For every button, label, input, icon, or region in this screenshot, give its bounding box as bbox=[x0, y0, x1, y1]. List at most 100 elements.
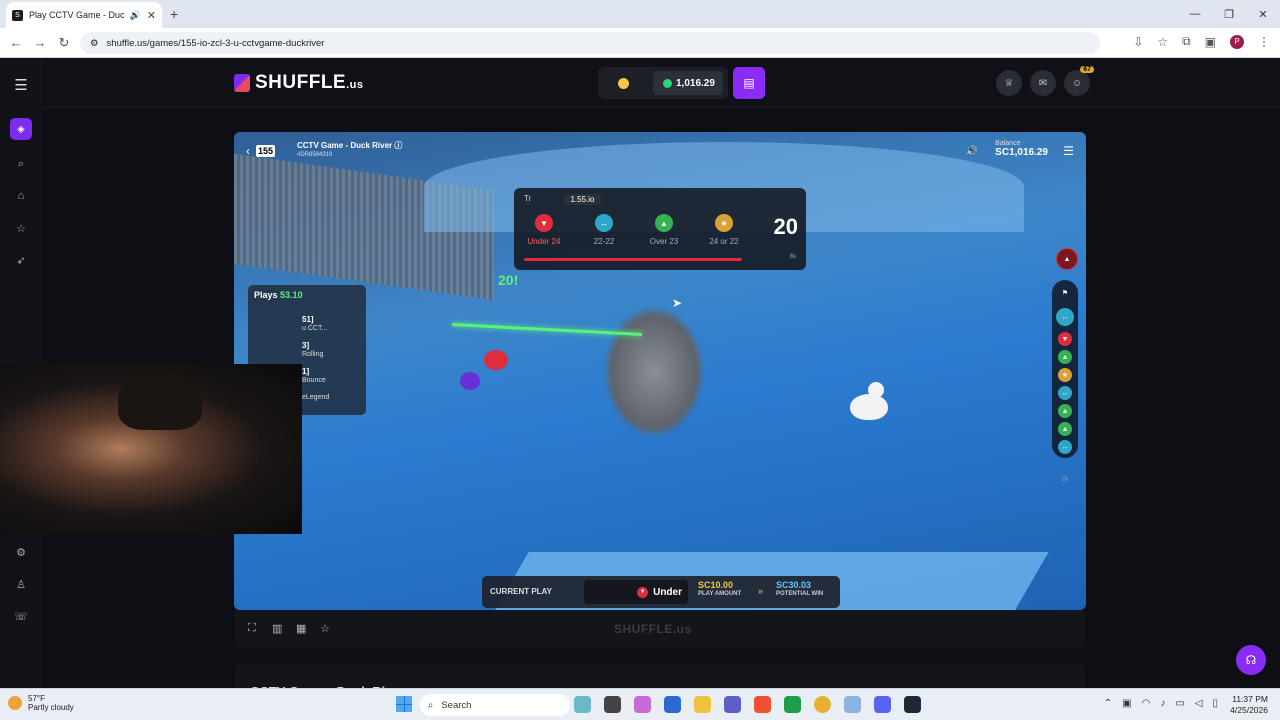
site-info-icon[interactable]: ⚙ bbox=[90, 38, 99, 49]
game-stream[interactable]: ‹ 155 CCTV Game - Duck River ⓘ #DR858431… bbox=[234, 132, 1086, 610]
mic-icon[interactable]: ♪ bbox=[1160, 698, 1165, 709]
search-icon[interactable]: ⌕ bbox=[13, 156, 29, 172]
flag-icon[interactable]: ⚑ bbox=[1058, 286, 1072, 300]
user-icon[interactable]: ♙ bbox=[13, 576, 29, 592]
tray-app-icon[interactable]: ▣ bbox=[1122, 698, 1131, 709]
game-menu-icon[interactable]: ☰ bbox=[1063, 144, 1074, 158]
tray-chevron-icon[interactable]: ⌃ bbox=[1104, 698, 1112, 709]
restore-button[interactable]: ❐ bbox=[1212, 0, 1246, 28]
list-item: 51] u CCT... bbox=[302, 315, 328, 332]
fullscreen-icon[interactable]: ⛶ bbox=[248, 622, 256, 635]
new-tab-button[interactable]: + bbox=[170, 6, 178, 22]
option-under[interactable]: ▼ Under 24 bbox=[518, 214, 570, 246]
option-exact[interactable]: ★ 24 or 22 bbox=[698, 214, 750, 246]
site-logo[interactable]: SHUFFLE.us bbox=[234, 72, 364, 94]
chat-icon[interactable]: ✉ bbox=[1030, 70, 1056, 96]
volume-icon[interactable]: ◁ bbox=[1195, 698, 1203, 709]
game-title: CCTV Game - Duck River ⓘ bbox=[297, 141, 403, 150]
forward-icon[interactable]: → bbox=[28, 35, 52, 50]
chevron-right-icon: » bbox=[758, 586, 764, 596]
red-duck bbox=[484, 350, 508, 370]
wallet-balance: 1,016.29 bbox=[676, 77, 715, 89]
floating-count: 20! bbox=[498, 272, 519, 288]
browser-actions: ⇩ ☆ ⧉ ▣ P ⋮ bbox=[1133, 34, 1270, 49]
site-favicon-icon: S bbox=[12, 9, 23, 21]
down-arrow-icon: ▼ bbox=[535, 214, 553, 232]
history-clock-icon[interactable]: ◷ bbox=[1058, 472, 1072, 486]
file-explorer-icon[interactable] bbox=[694, 696, 711, 713]
list-item: 3] Rolling bbox=[302, 341, 324, 358]
reload-icon[interactable]: ↻ bbox=[52, 35, 76, 51]
game-provider-logo: 155 bbox=[256, 145, 276, 157]
favorites-star-icon[interactable]: ☆ bbox=[13, 220, 29, 236]
chrome-icon[interactable] bbox=[814, 696, 831, 713]
close-tab-icon[interactable]: ✕ bbox=[147, 9, 156, 22]
odds-tab-right[interactable]: 1.55.io bbox=[564, 194, 601, 205]
taskbar-search[interactable]: ⌕ Search bbox=[420, 694, 570, 716]
back-chevron-icon[interactable]: ‹ bbox=[246, 144, 250, 158]
home-icon[interactable]: ⌂ bbox=[13, 188, 29, 204]
widget-app-icon[interactable] bbox=[574, 696, 591, 713]
steam-icon[interactable] bbox=[904, 696, 921, 713]
info-icon[interactable]: ⓘ bbox=[394, 141, 402, 150]
odds-tab-left[interactable]: Tr bbox=[524, 194, 534, 205]
browser-tab[interactable]: S Play CCTV Game - Duck Riv 🔊 ✕ bbox=[6, 2, 162, 28]
side-panel-icon[interactable]: ▣ bbox=[1205, 35, 1216, 49]
originals-icon[interactable]: ◈ bbox=[10, 118, 32, 140]
brand-name: SHUFFLE bbox=[255, 72, 347, 93]
hamburger-menu-icon[interactable]: ☰ bbox=[14, 76, 27, 94]
settings-gear-icon[interactable]: ⚙ bbox=[13, 544, 29, 560]
task-view-icon[interactable] bbox=[604, 696, 621, 713]
rocket-icon[interactable]: ➶ bbox=[13, 252, 29, 268]
live-support-button[interactable]: ☊ bbox=[1236, 645, 1266, 675]
address-bar[interactable]: ⚙ shuffle.us/games/155-io-zcl-3-u-cctvga… bbox=[80, 32, 1100, 54]
discord-icon[interactable] bbox=[874, 696, 891, 713]
account-icon[interactable]: ☺ 67 bbox=[1064, 66, 1094, 96]
browser-toolbar: ← → ↻ ⚙ shuffle.us/games/155-io-zcl-3-u-… bbox=[0, 28, 1280, 58]
stats-icon[interactable]: ▦ bbox=[296, 622, 306, 635]
support-icon[interactable]: ☏ bbox=[13, 608, 29, 624]
theater-icon[interactable]: ▥ bbox=[272, 622, 282, 635]
brave-icon[interactable] bbox=[754, 696, 771, 713]
balance-value: SC1,016.29 bbox=[995, 147, 1048, 158]
app-icon[interactable] bbox=[784, 696, 801, 713]
profile-avatar[interactable]: P bbox=[1230, 34, 1244, 49]
sweeps-coin-icon bbox=[663, 78, 672, 88]
teams-icon[interactable] bbox=[724, 696, 741, 713]
install-icon[interactable]: ⇩ bbox=[1133, 35, 1143, 49]
option-over[interactable]: ▲ Over 23 bbox=[638, 214, 690, 246]
display-icon[interactable]: ▭ bbox=[1175, 698, 1184, 709]
history-range-icon: ↔ bbox=[1058, 386, 1072, 400]
url-text: shuffle.us/games/155-io-zcl-3-u-cctvgame… bbox=[106, 37, 325, 49]
weather-widget[interactable]: 57°F Partly cloudy bbox=[8, 694, 74, 712]
balance-pill[interactable]: 1,016.29 bbox=[653, 71, 723, 95]
app-icon[interactable] bbox=[844, 696, 861, 713]
game-balance: Balance SC1,016.29 bbox=[995, 140, 1048, 158]
option-range[interactable]: ↔ 22-22 bbox=[578, 214, 630, 246]
close-window-button[interactable]: ✕ bbox=[1246, 0, 1280, 28]
minimize-button[interactable]: — bbox=[1178, 0, 1212, 28]
copilot-icon[interactable] bbox=[634, 696, 651, 713]
back-icon[interactable]: ← bbox=[4, 35, 28, 50]
store-icon[interactable] bbox=[664, 696, 681, 713]
vip-crown-icon[interactable]: ♕ bbox=[996, 70, 1022, 96]
wifi-icon[interactable]: ◠ bbox=[1142, 698, 1151, 709]
wallet-button[interactable]: ▤ bbox=[733, 67, 765, 99]
volume-icon[interactable]: 🔊 bbox=[966, 146, 978, 157]
system-clock[interactable]: 11:37 PM 4/25/2026 bbox=[1230, 694, 1268, 716]
browser-menu-icon[interactable]: ⋮ bbox=[1258, 35, 1270, 49]
bookmark-star-icon[interactable]: ☆ bbox=[1157, 35, 1168, 49]
battery-icon[interactable]: ▯ bbox=[1212, 698, 1218, 709]
search-icon: ⌕ bbox=[428, 699, 434, 711]
history-over-icon: ▲ bbox=[1058, 404, 1072, 418]
alert-icon[interactable]: ▲ bbox=[1056, 248, 1078, 270]
current-play-selection[interactable]: ▼ Under bbox=[584, 580, 688, 604]
wallet-selector[interactable]: 1,016.29 bbox=[598, 67, 728, 99]
extensions-icon[interactable]: ⧉ bbox=[1182, 34, 1191, 49]
windows-taskbar: 57°F Partly cloudy ⌕ Search ⌃ ▣ ◠ ♪ ▭ ◁ ▯… bbox=[0, 688, 1280, 720]
favorite-star-icon[interactable]: ☆ bbox=[320, 622, 330, 635]
speaker-icon[interactable]: 🔊 bbox=[130, 10, 141, 21]
windows-start-icon[interactable] bbox=[396, 696, 412, 712]
up-arrow-icon: ▲ bbox=[655, 214, 673, 232]
notification-badge: 67 bbox=[1080, 66, 1094, 73]
